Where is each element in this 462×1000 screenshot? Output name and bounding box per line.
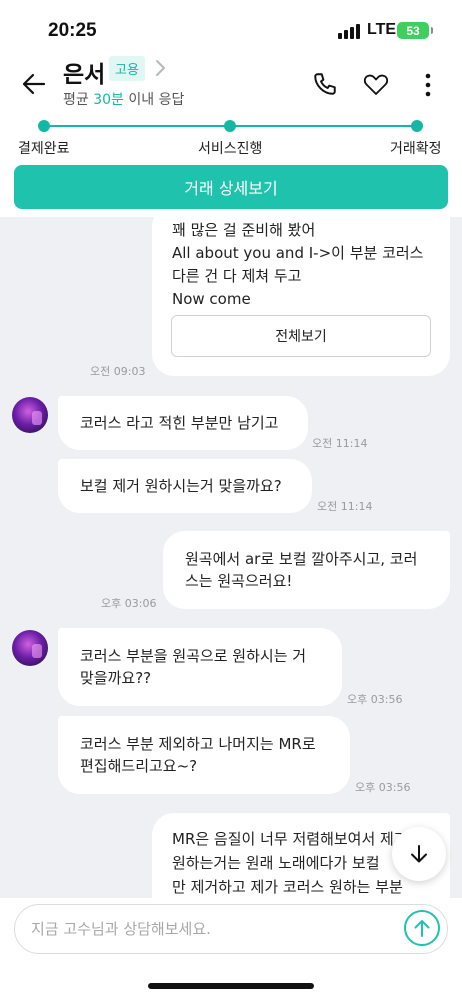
chat-header: 은서 고용 평균 30분 이내 응답 bbox=[0, 52, 462, 112]
progress-dot-in-progress bbox=[224, 120, 236, 132]
received-message: 코러스 부분 제외하고 나머지는 MR로 편집해드리고요~? bbox=[58, 716, 350, 794]
deal-progress: 결제완료 서비스진행 거래확정 bbox=[0, 117, 462, 162]
received-message: 코러스 부분을 원곡으로 원하시는 거 맞을까요?? bbox=[58, 628, 342, 706]
home-indicator bbox=[148, 983, 314, 989]
message-text: 보컬 제거 원하시는거 맞을까요? bbox=[80, 477, 282, 495]
status-bar: 20:25 LTE 53 bbox=[0, 0, 462, 52]
step-label-in-progress: 서비스진행 bbox=[198, 141, 263, 157]
page-title[interactable]: 은서 bbox=[63, 55, 105, 89]
message-time: 오전 09:03 bbox=[90, 365, 146, 378]
arrow-down-icon bbox=[411, 845, 427, 863]
message-input-bar bbox=[0, 898, 462, 1000]
scroll-to-bottom-button[interactable] bbox=[392, 827, 446, 881]
response-time: 평균 30분 이내 응답 bbox=[63, 89, 184, 109]
battery-level: 53 bbox=[406, 23, 420, 38]
message-time: 오전 11:14 bbox=[317, 500, 373, 513]
avatar[interactable] bbox=[12, 630, 48, 666]
lyrics-card-message: 꽤 많은 걸 준비해 봤어 All about you and I->이 부분 … bbox=[152, 217, 450, 376]
message-time: 오후 03:56 bbox=[355, 781, 411, 794]
view-all-button[interactable]: 전체보기 bbox=[171, 315, 431, 357]
message-text: 원곡에서 ar로 보컬 깔아주시고, 코러 스는 원곡으러요! bbox=[185, 550, 418, 590]
message-text: MR은 음질이 너무 저렴해보여서 제가 원하는거는 원래 노래에다가 보컬 만… bbox=[172, 830, 408, 896]
progress-dot-confirmed bbox=[411, 120, 423, 132]
received-message: 보컬 제거 원하시는거 맞을까요? bbox=[58, 459, 312, 513]
chevron-right-icon[interactable] bbox=[153, 59, 167, 77]
message-text: 코러스 라고 적힌 부분만 남기고 bbox=[80, 414, 279, 432]
message-text: 코러스 부분 제외하고 나머지는 MR로 편집해드리고요~? bbox=[80, 735, 316, 775]
deal-detail-button[interactable]: 거래 상세보기 bbox=[14, 165, 448, 209]
back-arrow-icon[interactable] bbox=[20, 70, 48, 98]
send-button[interactable] bbox=[404, 910, 440, 946]
response-time-value: 30분 bbox=[93, 92, 124, 108]
message-time: 오후 03:56 bbox=[347, 693, 403, 706]
sent-message: 원곡에서 ar로 보컬 깔아주시고, 코러 스는 원곡으러요! bbox=[163, 531, 450, 609]
step-label-confirmed: 거래확정 bbox=[390, 141, 442, 157]
response-time-prefix: 평균 bbox=[63, 92, 94, 108]
message-text: 코러스 부분을 원곡으로 원하시는 거 맞을까요?? bbox=[80, 647, 307, 687]
network-label: LTE bbox=[367, 21, 397, 38]
avatar[interactable] bbox=[12, 397, 48, 433]
signal-icon bbox=[338, 24, 360, 39]
heart-icon[interactable] bbox=[363, 73, 389, 97]
progress-dot-paid bbox=[38, 120, 50, 132]
message-time: 오후 03:06 bbox=[101, 597, 157, 610]
chat-area[interactable]: 꽤 많은 걸 준비해 봤어 All about you and I->이 부분 … bbox=[0, 217, 462, 898]
message-text: 꽤 많은 걸 준비해 봤어 All about you and I->이 부분 … bbox=[172, 221, 424, 308]
received-message: 코러스 라고 적힌 부분만 남기고 bbox=[58, 396, 308, 450]
battery-icon: 53 bbox=[397, 22, 433, 39]
more-vertical-icon[interactable] bbox=[420, 72, 436, 98]
message-input[interactable] bbox=[14, 904, 448, 954]
response-time-suffix: 이내 응답 bbox=[123, 92, 185, 108]
arrow-up-icon bbox=[414, 920, 430, 937]
message-time: 오전 11:14 bbox=[312, 437, 368, 450]
status-time: 20:25 bbox=[48, 20, 97, 41]
phone-icon[interactable] bbox=[312, 71, 338, 97]
status-badge: 고용 bbox=[109, 56, 145, 81]
step-label-paid: 결제완료 bbox=[18, 141, 70, 157]
